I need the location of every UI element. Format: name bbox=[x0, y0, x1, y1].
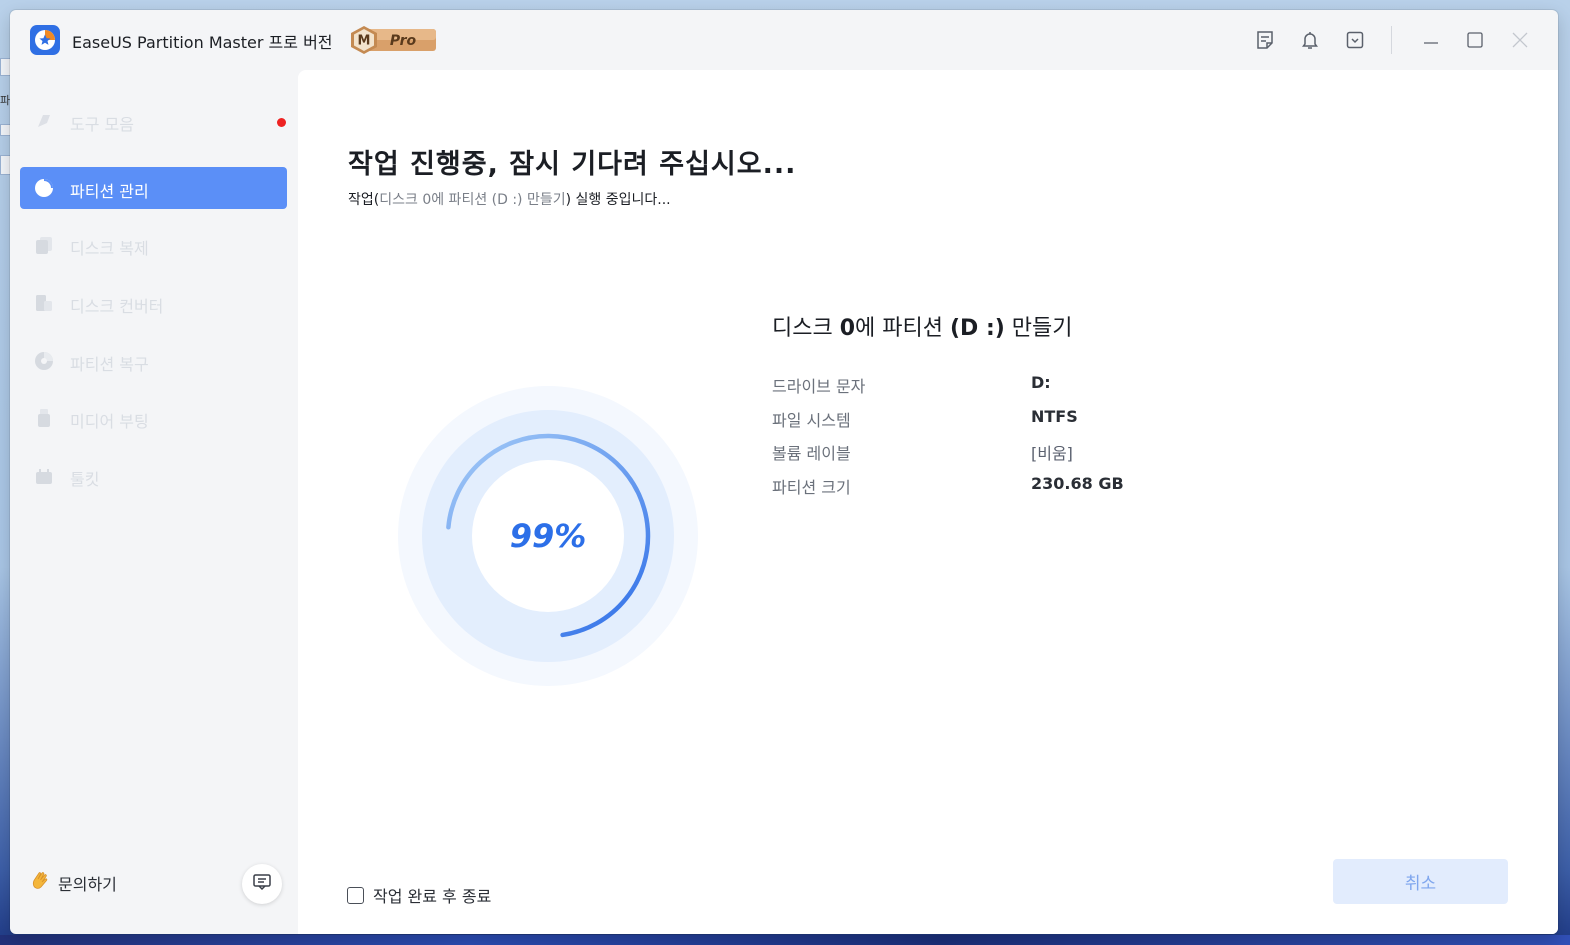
op-title-post: 만들기 bbox=[1004, 316, 1073, 341]
sidebar-item-partition-manager[interactable]: 파티션 관리 bbox=[20, 167, 287, 209]
app-logo-icon bbox=[30, 25, 60, 55]
sidebar-item-label: 파티션 관리 bbox=[70, 182, 149, 201]
checkbox-box[interactable] bbox=[347, 886, 364, 904]
toolkit-icon bbox=[34, 466, 54, 486]
wave-hand-icon bbox=[30, 870, 52, 896]
sidebar-item-label: 툴킷 bbox=[70, 470, 100, 489]
sidebar-item-bootable-media[interactable]: 미디어 부팅 bbox=[20, 397, 287, 439]
sidebar-item-label: 파티션 복구 bbox=[70, 355, 149, 374]
detail-value-partition-size: 230.68 GB bbox=[1031, 474, 1124, 493]
bell-icon[interactable] bbox=[1298, 28, 1322, 52]
pro-badge: M Pro bbox=[350, 26, 438, 54]
shutdown-after-checkbox[interactable]: 작업 완료 후 종료 bbox=[347, 883, 491, 907]
recovery-icon bbox=[34, 351, 54, 371]
detail-key-drive-letter: 드라이브 문자 bbox=[772, 377, 866, 396]
op-title-pre: 디스크 bbox=[772, 316, 840, 341]
sidebar: 도구 모음 파티션 관리 디스크 복제 디스크 컨버터 파티션 복구 미디어 부… bbox=[10, 70, 298, 934]
convert-icon bbox=[34, 293, 54, 313]
close-icon[interactable] bbox=[1508, 28, 1532, 52]
shutdown-label: 작업 완료 후 종료 bbox=[373, 887, 492, 906]
detail-key-volume-label: 볼륨 레이블 bbox=[772, 444, 851, 463]
sidebar-item-label: 디스크 컨버터 bbox=[70, 297, 164, 316]
pie-icon bbox=[34, 178, 54, 198]
maximize-icon[interactable] bbox=[1463, 28, 1487, 52]
progress-ring: 99% bbox=[398, 386, 698, 686]
operation-title: 디스크 0에 파티션 (D :) 만들기 bbox=[772, 310, 1073, 342]
pro-badge-label: Pro bbox=[390, 33, 417, 49]
status-suffix: ) 실행 중입니다... bbox=[565, 192, 671, 208]
help-label: 문의하기 bbox=[58, 875, 117, 894]
sidebar-item-label: 디스크 복제 bbox=[70, 239, 149, 258]
app-window: EaseUS Partition Master 프로 버전 M Pro 도구 모… bbox=[10, 10, 1558, 934]
feedback-button[interactable] bbox=[242, 864, 282, 904]
notification-dot bbox=[277, 118, 286, 127]
progress-percent: 99% bbox=[509, 517, 587, 555]
app-title: EaseUS Partition Master 프로 버전 bbox=[72, 33, 333, 52]
cancel-button[interactable]: 취소 bbox=[1333, 859, 1508, 904]
sidebar-item-disk-clone[interactable]: 디스크 복제 bbox=[20, 224, 287, 266]
sidebar-item-label: 미디어 부팅 bbox=[70, 412, 149, 431]
detail-value-volume-label: [비움] bbox=[1031, 444, 1073, 463]
op-title-mid: 에 파티션 bbox=[855, 316, 950, 341]
sidebar-item-partition-recovery[interactable]: 파티션 복구 bbox=[20, 340, 287, 382]
toolbox-icon bbox=[34, 111, 54, 131]
sidebar-item-label: 도구 모음 bbox=[70, 115, 134, 134]
title-bar: EaseUS Partition Master 프로 버전 M Pro bbox=[10, 10, 1558, 70]
sidebar-item-toolkit[interactable]: 툴킷 bbox=[20, 455, 287, 497]
detail-value-file-system: NTFS bbox=[1031, 407, 1078, 426]
taskbar bbox=[0, 935, 1570, 945]
status-task: 디스크 0에 파티션 (D :) 만들기 bbox=[379, 192, 566, 208]
main-content: 작업 진행중, 잠시 기다려 주십시오... 작업(디스크 0에 파티션 (D … bbox=[298, 70, 1558, 934]
page-title: 작업 진행중, 잠시 기다려 주십시오... bbox=[348, 149, 797, 180]
operation-status: 작업(디스크 0에 파티션 (D :) 만들기) 실행 중입니다... bbox=[348, 189, 671, 209]
sidebar-item-toolbox[interactable]: 도구 모음 bbox=[20, 100, 287, 142]
op-title-partition: (D :) bbox=[949, 316, 1005, 341]
titlebar-separator bbox=[1391, 26, 1392, 54]
chat-icon bbox=[251, 871, 273, 897]
status-prefix: 작업( bbox=[348, 192, 380, 208]
help-link[interactable]: 문의하기 bbox=[30, 870, 117, 896]
minimize-icon[interactable] bbox=[1419, 28, 1443, 52]
sidebar-item-disk-converter[interactable]: 디스크 컨버터 bbox=[20, 282, 287, 324]
desktop-fragment-text: 파 bbox=[0, 94, 11, 107]
op-title-disk: 0 bbox=[839, 316, 856, 341]
menu-dropdown-icon[interactable] bbox=[1343, 28, 1367, 52]
usb-icon bbox=[34, 408, 54, 428]
detail-key-file-system: 파일 시스템 bbox=[772, 411, 851, 430]
copy-icon bbox=[34, 235, 54, 255]
detail-value-drive-letter: D: bbox=[1031, 373, 1051, 392]
detail-key-partition-size: 파티션 크기 bbox=[772, 478, 851, 497]
notes-icon[interactable] bbox=[1253, 28, 1277, 52]
pro-badge-letter: M bbox=[358, 34, 371, 49]
